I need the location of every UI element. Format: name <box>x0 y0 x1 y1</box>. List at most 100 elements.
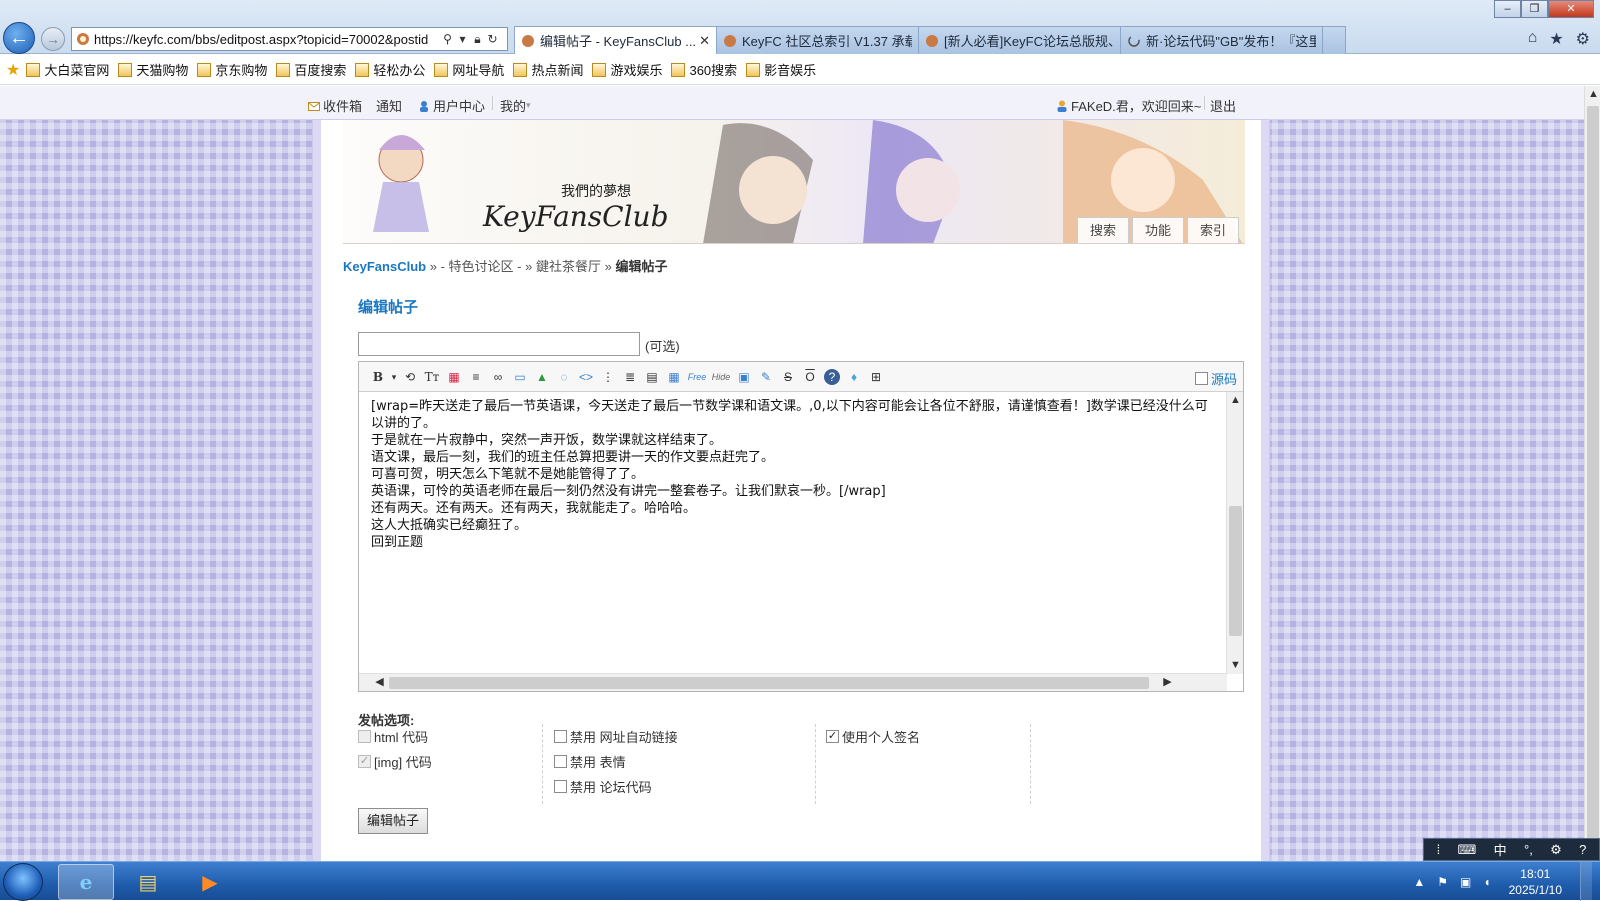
img-option[interactable]: [img] 代码 <box>358 749 542 774</box>
lock-icon[interactable]: 🔒︎ <box>470 31 485 47</box>
scroll-up-icon[interactable]: ▲ <box>1227 392 1244 409</box>
no-autolink-checkbox[interactable] <box>554 730 567 743</box>
media-button[interactable]: ▣ <box>733 367 755 387</box>
help-icon[interactable]: ? <box>1579 842 1586 857</box>
indent-button[interactable]: ▤ <box>641 367 663 387</box>
ordered-list-button[interactable]: ⋮ <box>597 367 619 387</box>
favorite-link[interactable]: 游戏娱乐 <box>592 60 662 79</box>
font-color-button[interactable]: ⟲ <box>399 367 421 387</box>
img-checkbox[interactable] <box>358 755 371 768</box>
post-content-textarea[interactable]: [wrap=昨天送走了最后一节英语课，今天送走了最后一节数学课和语文课。,0,以… <box>359 392 1208 674</box>
tab-bbcode[interactable]: 新·论坛代码"GB"发布！『这里... <box>1120 26 1323 54</box>
no-smilies-option[interactable]: 禁用 表情 <box>554 749 815 774</box>
volume-icon[interactable]: ◖ <box>1483 875 1490 889</box>
features-menu[interactable]: 功能 <box>1131 217 1184 243</box>
network-icon[interactable]: ▣ <box>1460 875 1471 889</box>
refresh-icon[interactable]: ↻ <box>485 31 500 47</box>
help-button[interactable]: ? <box>824 368 840 385</box>
align-button[interactable]: ≡ <box>465 367 487 387</box>
favorite-link[interactable]: 网址导航 <box>434 60 504 79</box>
scroll-down-icon[interactable]: ▼ <box>1227 657 1244 674</box>
submit-edit-button[interactable]: 编辑帖子 <box>358 808 428 834</box>
flag-icon[interactable]: ⚑ <box>1437 875 1448 889</box>
signature-checkbox[interactable] <box>826 730 839 743</box>
favorite-link[interactable]: 天猫购物 <box>118 60 188 79</box>
strikethrough-button[interactable]: S <box>777 367 799 387</box>
chevron-up-icon[interactable]: ▲ <box>1413 875 1425 889</box>
overline-button[interactable]: O <box>799 367 821 387</box>
ie-taskbar-icon[interactable]: e <box>58 864 114 900</box>
quote-button[interactable]: ◌ <box>553 367 575 387</box>
ime-keyboard-icon[interactable]: ⌨ <box>1458 842 1477 858</box>
unordered-list-button[interactable]: ≣ <box>619 367 641 387</box>
address-url[interactable]: https://keyfc.com/bbs/editpost.aspx?topi… <box>94 32 440 47</box>
media-player-taskbar-icon[interactable]: ▶ <box>182 864 238 900</box>
no-bbcode-option[interactable]: 禁用 论坛代码 <box>554 774 815 799</box>
tab-edit-post[interactable]: 编辑帖子 - KeyFansClub ... ✕ <box>514 26 717 54</box>
address-bar[interactable]: https://keyfc.com/bbs/editpost.aspx?topi… <box>71 27 508 51</box>
tab-community-index[interactable]: KeyFC 社区总索引 V1.37 承载... <box>716 26 919 54</box>
breadcrumb-home[interactable]: KeyFansClub <box>343 259 426 274</box>
maximize-button[interactable]: ❐ <box>1521 0 1548 18</box>
chevron-down-icon[interactable]: ▾ <box>389 367 399 387</box>
search-menu[interactable]: 搜索 <box>1076 217 1129 243</box>
favorite-link[interactable]: 轻松办公 <box>355 60 425 79</box>
no-smilies-checkbox[interactable] <box>554 755 567 768</box>
free-button[interactable]: Free <box>685 367 709 387</box>
inbox-link[interactable]: 收件箱 <box>308 96 362 115</box>
ime-mode[interactable]: 中 <box>1494 840 1507 859</box>
tab-rules[interactable]: [新人必看]KeyFC论坛总版规、... <box>918 26 1121 54</box>
dropdown-icon[interactable]: ▾ <box>455 31 470 47</box>
mine-menu[interactable]: 我的 ▾ <box>500 96 531 115</box>
index-menu[interactable]: 索引 <box>1186 217 1239 243</box>
subject-input[interactable] <box>358 332 640 356</box>
hide-button[interactable]: Hide <box>709 367 733 387</box>
show-desktop-button[interactable] <box>1580 862 1592 901</box>
scroll-thumb[interactable] <box>389 677 1149 689</box>
minimize-button[interactable]: – <box>1494 0 1521 18</box>
start-button[interactable] <box>3 863 43 901</box>
folder-taskbar-icon[interactable]: ▤ <box>120 864 176 900</box>
scroll-left-icon[interactable]: ◀ <box>371 674 388 691</box>
logout-link[interactable]: 退出 <box>1210 96 1236 115</box>
ime-grip-icon[interactable]: ⁞ <box>1437 842 1441 857</box>
no-bbcode-checkbox[interactable] <box>554 780 567 793</box>
no-autolink-option[interactable]: 禁用 网址自动链接 <box>554 724 815 749</box>
favorite-link[interactable]: 热点新闻 <box>513 60 583 79</box>
breadcrumb-level2[interactable]: 鍵社茶餐厅 <box>536 259 601 274</box>
film-button[interactable]: ⊞ <box>865 367 887 387</box>
favorite-link[interactable]: 京东购物 <box>197 60 267 79</box>
source-checkbox[interactable] <box>1194 372 1208 385</box>
bold-button[interactable]: B <box>367 367 389 387</box>
editor-horizontal-scrollbar[interactable]: ◀ ▶ <box>359 673 1227 691</box>
scroll-up-icon[interactable]: ▲ <box>1585 86 1600 103</box>
favorite-link[interactable]: 360搜索 <box>671 60 737 79</box>
code-button[interactable]: <> <box>575 367 597 387</box>
favorite-link[interactable]: 影音娱乐 <box>746 60 816 79</box>
home-icon[interactable]: ⌂ <box>1528 29 1538 49</box>
html-checkbox[interactable] <box>358 730 371 743</box>
color-grid-button[interactable]: ▦ <box>443 367 465 387</box>
forward-button[interactable]: → <box>41 27 65 51</box>
welcome-user[interactable]: FAKeD.君，欢迎回来~ <box>1056 96 1201 115</box>
table-button[interactable]: ▦ <box>663 367 685 387</box>
close-icon[interactable]: ✕ <box>699 33 710 49</box>
gear-icon[interactable]: ⚙ <box>1576 29 1590 49</box>
user-center-link[interactable]: 用户中心 <box>418 96 485 115</box>
source-toggle[interactable]: 源码 <box>1194 369 1237 388</box>
notify-link[interactable]: 通知 <box>376 96 402 115</box>
scroll-thumb[interactable] <box>1587 106 1599 846</box>
gem-button[interactable]: ♦ <box>843 367 865 387</box>
breadcrumb-level1[interactable]: - 特色讨论区 - <box>441 259 522 274</box>
ime-punct-icon[interactable]: °, <box>1524 842 1533 857</box>
clock[interactable]: 18:01 2025/1/10 <box>1509 866 1562 898</box>
html-option[interactable]: html 代码 <box>358 724 542 749</box>
scroll-thumb[interactable] <box>1229 506 1242 636</box>
scroll-right-icon[interactable]: ▶ <box>1159 674 1176 691</box>
new-tab-button[interactable] <box>1322 26 1346 54</box>
editor-vertical-scrollbar[interactable]: ▲ ▼ <box>1226 392 1243 674</box>
font-size-button[interactable]: Tт <box>421 367 443 387</box>
favorites-star-icon[interactable]: ★ <box>6 60 20 80</box>
ime-settings-icon[interactable]: ⚙ <box>1550 842 1562 858</box>
signature-option[interactable]: 使用个人签名 <box>826 724 1030 749</box>
